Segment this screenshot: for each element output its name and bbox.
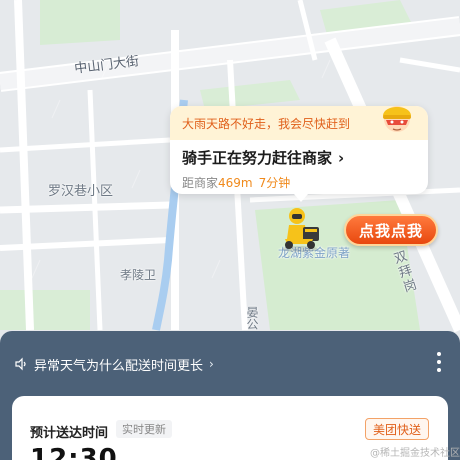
status-title: 骑手正在努力赶往商家: [182, 149, 333, 167]
delivery-brand-badge: 美团快送: [365, 418, 430, 440]
weather-notice-link[interactable]: 异常天气为什么配送时间更长 ›: [14, 355, 214, 374]
area-label: 孝陵卫: [120, 268, 157, 282]
eta-card-title: 预计送达时间: [30, 426, 109, 441]
status-title-row[interactable]: 骑手正在努力赶往商家 ›: [182, 147, 344, 168]
community-label: 罗汉巷小区: [48, 184, 114, 199]
distance-value: 469m: [218, 176, 253, 190]
watermark: @稀土掘金技术社区: [370, 448, 460, 459]
chevron-right-icon: ›: [209, 357, 214, 371]
distance-prefix: 距商家: [182, 176, 219, 190]
rider-scooter-icon[interactable]: [277, 205, 323, 253]
weather-notice-text: 异常天气为什么配送时间更长: [34, 358, 204, 374]
eta-minutes: 7分钟: [258, 176, 291, 190]
distance-row: 距商家469m 7分钟: [182, 174, 290, 191]
rider-avatar-icon: [383, 106, 411, 132]
speaker-icon: [15, 357, 26, 371]
eta-time: 12:30: [30, 444, 118, 460]
weather-message: 大雨天路不好走，我会尽快赶到: [182, 116, 351, 131]
bubble-pointer: [294, 194, 308, 202]
more-options-icon[interactable]: [432, 351, 446, 373]
realtime-update-tag: 实时更新: [116, 420, 172, 438]
tap-me-button[interactable]: 点我点我: [344, 214, 438, 246]
partial-road-label: 晏公: [245, 306, 259, 330]
chevron-right-icon: ›: [338, 148, 345, 167]
